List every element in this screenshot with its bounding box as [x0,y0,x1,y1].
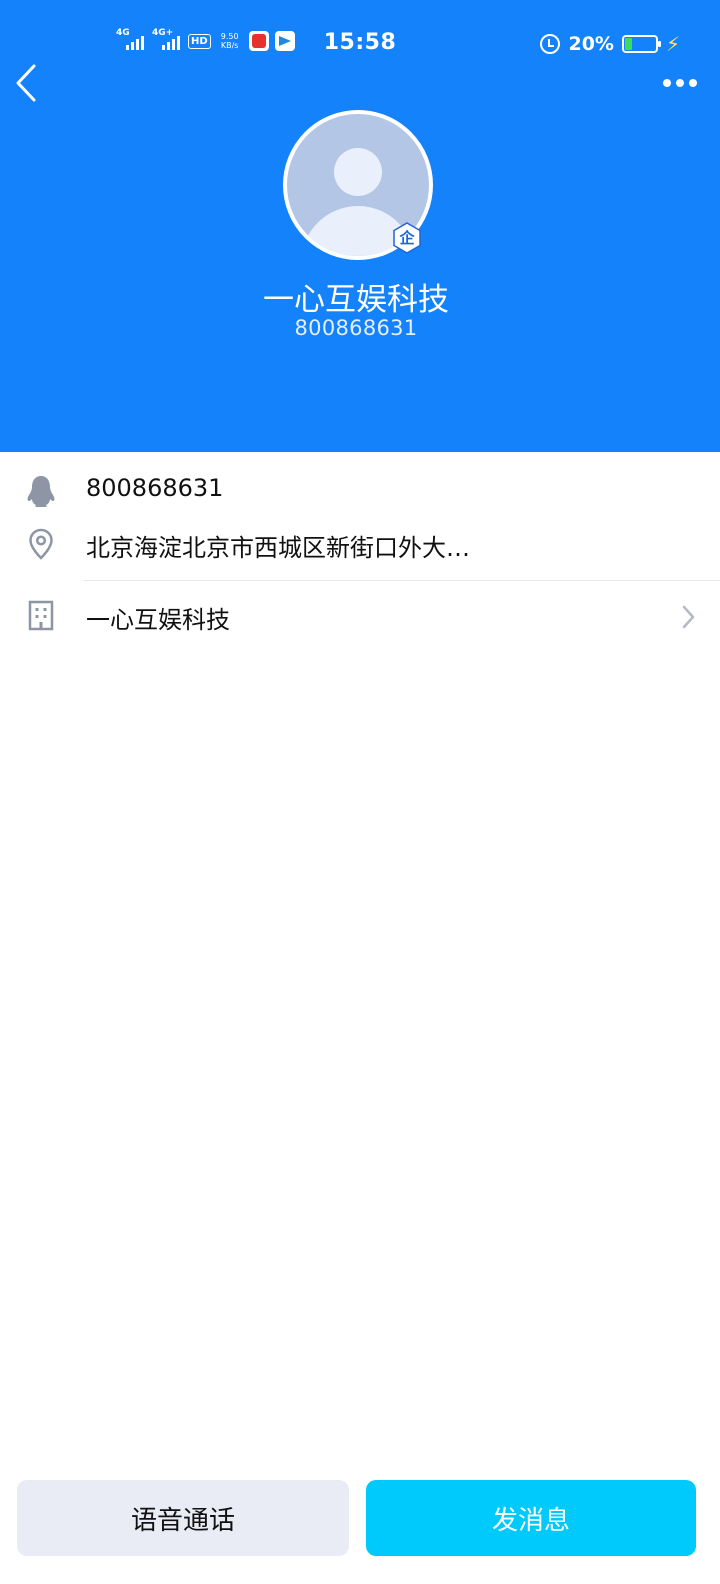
company-name: 一心互娱科技 [86,606,230,634]
penguin-icon [27,476,55,507]
more-options-button[interactable] [660,70,700,96]
chevron-left-icon [16,64,36,102]
back-button[interactable] [10,60,50,106]
building-icon [28,600,54,631]
enterprise-badge-label: 企 [399,229,415,247]
divider [84,580,720,581]
send-message-button[interactable]: 发消息 [366,1480,696,1556]
profile-name: 一心互娱科技 [263,282,449,318]
status-icons-right: 20% ⚡ [540,32,680,56]
avatar-head [334,148,382,196]
more-dot-icon [676,79,684,87]
chevron-right-icon [682,605,695,629]
qq-number-row: 800868631 [0,470,720,514]
company-row[interactable]: 一心互娱科技 [0,594,720,638]
alarm-icon [540,34,561,54]
location-row[interactable]: 北京海淀北京市西城区新街口外大… [0,522,720,566]
location-pin-icon [29,528,53,560]
enterprise-badge: 企 [391,222,423,254]
voice-call-button[interactable]: 语音通话 [17,1480,349,1556]
profile-id: 800868631 [294,316,418,340]
battery-icon [621,35,661,53]
status-bar: 4G 4G+ HD 9.50 KB/s 15:58 20% ⚡ [0,24,720,64]
charging-icon: ⚡ [665,32,680,56]
more-dot-icon [663,79,671,87]
battery-percent: 20% [568,33,614,55]
more-dot-icon [689,79,697,87]
location-text: 北京海淀北京市西城区新街口外大… [86,534,470,562]
qq-number: 800868631 [86,474,224,502]
